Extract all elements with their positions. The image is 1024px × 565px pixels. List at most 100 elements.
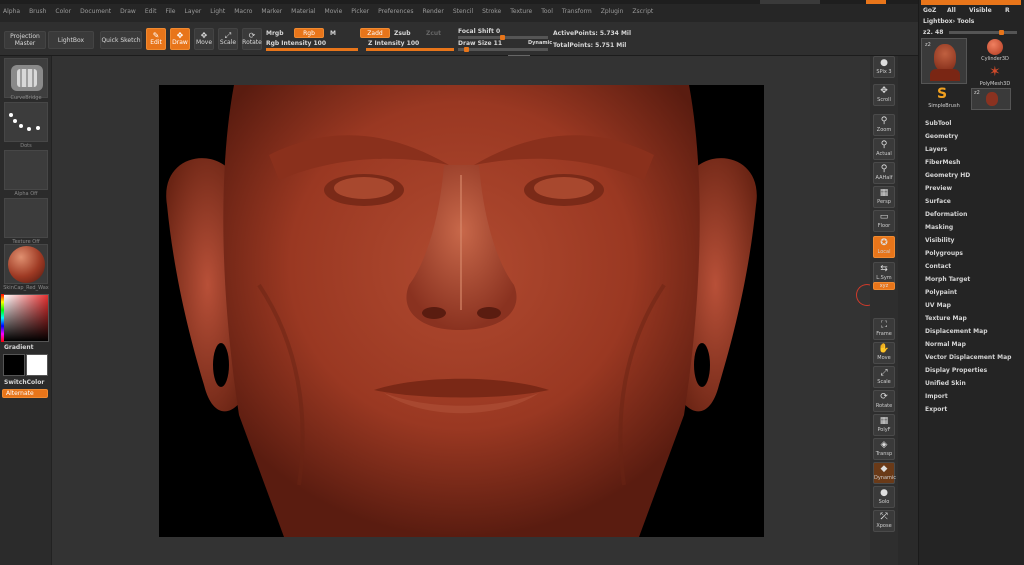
menu-toggle[interactable] xyxy=(866,0,886,4)
tool-thumb-polymesh[interactable]: ✶ PolyMesh3D xyxy=(971,64,1019,88)
toolbar-move-button[interactable]: ✋ Move xyxy=(873,342,895,364)
toolbar-transp-button[interactable]: ◈ Transp xyxy=(873,438,895,460)
tool-menu-item[interactable]: Normal Map xyxy=(925,341,966,348)
toolbar-xpose-button[interactable]: ⤱ Xpose xyxy=(873,510,895,532)
menu-item[interactable]: Color xyxy=(55,8,71,15)
tool-menu-item[interactable]: Texture Map xyxy=(925,315,967,322)
gradient-label[interactable]: Gradient xyxy=(4,344,34,351)
tool-menu-item[interactable]: Unified Skin xyxy=(925,380,966,387)
menu-item[interactable]: File xyxy=(165,8,175,15)
stroke-thumbnail[interactable] xyxy=(4,102,48,142)
material-thumbnail[interactable] xyxy=(4,244,48,284)
tool-menu-item[interactable]: Preview xyxy=(925,185,952,192)
toolbar-scroll-button[interactable]: ✥ Scroll xyxy=(873,84,895,106)
zcut-label[interactable]: Zcut xyxy=(426,30,441,37)
quicksave-button[interactable] xyxy=(760,0,820,4)
menu-item[interactable]: Alpha xyxy=(3,8,20,15)
toolbar-xyz-button[interactable]: xyz xyxy=(873,282,895,290)
alpha-thumbnail[interactable] xyxy=(4,150,48,190)
visible-button[interactable]: Visible xyxy=(969,7,992,14)
tool-menu-item[interactable]: Geometry HD xyxy=(925,172,970,179)
tool-menu-item[interactable]: Morph Target xyxy=(925,276,970,283)
toolbar-local-button[interactable]: ✪ Local xyxy=(873,236,895,258)
m-label[interactable]: M xyxy=(330,30,336,37)
tool-menu-item[interactable]: Geometry xyxy=(925,133,958,140)
z-intensity-slider[interactable] xyxy=(366,48,454,51)
main-color-swatch[interactable] xyxy=(3,354,25,376)
menu-item[interactable]: Material xyxy=(291,8,315,15)
zadd-button[interactable]: Zadd xyxy=(360,28,390,38)
goz-button[interactable]: GoZ xyxy=(923,7,936,14)
menu-item[interactable]: Zscript xyxy=(632,8,653,15)
toolbar-frame-button[interactable]: ⛶ Frame xyxy=(873,318,895,340)
tool-menu-item[interactable]: Contact xyxy=(925,263,951,270)
tool-menu-item[interactable]: Layers xyxy=(925,146,947,153)
scale-button[interactable]: ⤢ Scale xyxy=(218,28,238,50)
hue-strip[interactable] xyxy=(1,294,4,342)
menu-item[interactable]: Light xyxy=(210,8,225,15)
menu-item[interactable]: Movie xyxy=(325,8,343,15)
texture-thumbnail[interactable] xyxy=(4,198,48,238)
lightbox-button[interactable]: LightBox xyxy=(48,31,94,49)
draw-size-slider[interactable] xyxy=(458,47,548,52)
tool-menu-item[interactable]: Surface xyxy=(925,198,951,205)
toolbar-spix-button[interactable]: ● SPix 3 xyxy=(873,56,895,78)
move-button[interactable]: ✥ Move xyxy=(194,28,214,50)
tool-thumb-simplebrush[interactable]: S SimpleBrush xyxy=(921,86,967,112)
zsub-label[interactable]: Zsub xyxy=(394,30,411,37)
toolbar-polyf-button[interactable]: ▦ PolyF xyxy=(873,414,895,436)
tool-menu-item[interactable]: SubTool xyxy=(925,120,951,127)
r-button[interactable]: R xyxy=(1005,7,1010,14)
focal-shift-slider[interactable] xyxy=(458,35,548,40)
switch-color-label[interactable]: SwitchColor xyxy=(4,379,44,386)
rgb-button[interactable]: Rgb xyxy=(294,28,324,38)
lightbox-tools-label[interactable]: Lightbox› Tools xyxy=(923,18,974,25)
rgb-intensity-slider[interactable] xyxy=(266,48,358,51)
tool-menu-item[interactable]: Polygroups xyxy=(925,250,963,257)
tool-menu-item[interactable]: Displacement Map xyxy=(925,328,988,335)
menu-item[interactable]: Tool xyxy=(541,8,553,15)
tool-menu-item[interactable]: Visibility xyxy=(925,237,954,244)
tool-thumb-cylinder[interactable]: Cylinder3D xyxy=(971,38,1019,62)
alternate-button[interactable]: Alternate xyxy=(2,389,48,398)
toolbar-rotate-button[interactable]: ⟳ Rotate xyxy=(873,390,895,412)
toolbar-lsym-button[interactable]: ⇆ L.Sym xyxy=(873,262,895,284)
menu-item[interactable]: Marker xyxy=(261,8,282,15)
tool-menu-item[interactable]: Deformation xyxy=(925,211,967,218)
menu-item[interactable]: Preferences xyxy=(378,8,413,15)
toolbar-zoom-button[interactable]: ⚲ Zoom xyxy=(873,114,895,136)
menu-item[interactable]: Texture xyxy=(510,8,532,15)
projection-master-button[interactable]: Projection Master xyxy=(4,31,46,49)
toolbar-persp-button[interactable]: ▦ Persp xyxy=(873,186,895,208)
menu-item[interactable]: Macro xyxy=(234,8,252,15)
tool-menu-item[interactable]: Masking xyxy=(925,224,953,231)
color-picker[interactable] xyxy=(3,294,49,342)
menu-item[interactable]: Brush xyxy=(29,8,46,15)
menu-item[interactable]: Zplugin xyxy=(601,8,624,15)
menu-item[interactable]: Render xyxy=(422,8,443,15)
menu-item[interactable]: Layer xyxy=(185,8,202,15)
dynamic-label[interactable]: Dynamic xyxy=(528,40,552,46)
document-canvas[interactable] xyxy=(159,85,764,537)
toolbar-dynamic-button[interactable]: ◆ Dynamic xyxy=(873,462,896,484)
mrgb-label[interactable]: Mrgb xyxy=(266,30,284,37)
tool-menu-item[interactable]: UV Map xyxy=(925,302,951,309)
edit-button[interactable]: ✎ Edit xyxy=(146,28,166,50)
quick-sketch-button[interactable]: Quick Sketch xyxy=(100,31,142,49)
menu-item[interactable]: Transform xyxy=(562,8,592,15)
toolbar-aahalf-button[interactable]: ⚲ AAHalf xyxy=(873,162,895,184)
tool-menu-item[interactable]: Import xyxy=(925,393,948,400)
menu-item[interactable]: Picker xyxy=(351,8,369,15)
tool-slider[interactable] xyxy=(949,30,1017,35)
tool-menu-item[interactable]: Polypaint xyxy=(925,289,957,296)
tool-menu-item[interactable]: Export xyxy=(925,406,947,413)
tool-thumb-z2[interactable]: z2 xyxy=(921,38,967,84)
menu-item[interactable]: Edit xyxy=(145,8,157,15)
menu-item[interactable]: Stroke xyxy=(482,8,501,15)
tool-thumb-z2-small[interactable]: z2 xyxy=(971,88,1011,110)
toolbar-floor-button[interactable]: ▭ Floor xyxy=(873,210,895,232)
toolbar-solo-button[interactable]: ● Solo xyxy=(873,486,895,508)
menu-item[interactable]: Stencil xyxy=(453,8,473,15)
tool-menu-item[interactable]: FiberMesh xyxy=(925,159,960,166)
toolbar-actual-button[interactable]: ⚲ Actual xyxy=(873,138,895,160)
